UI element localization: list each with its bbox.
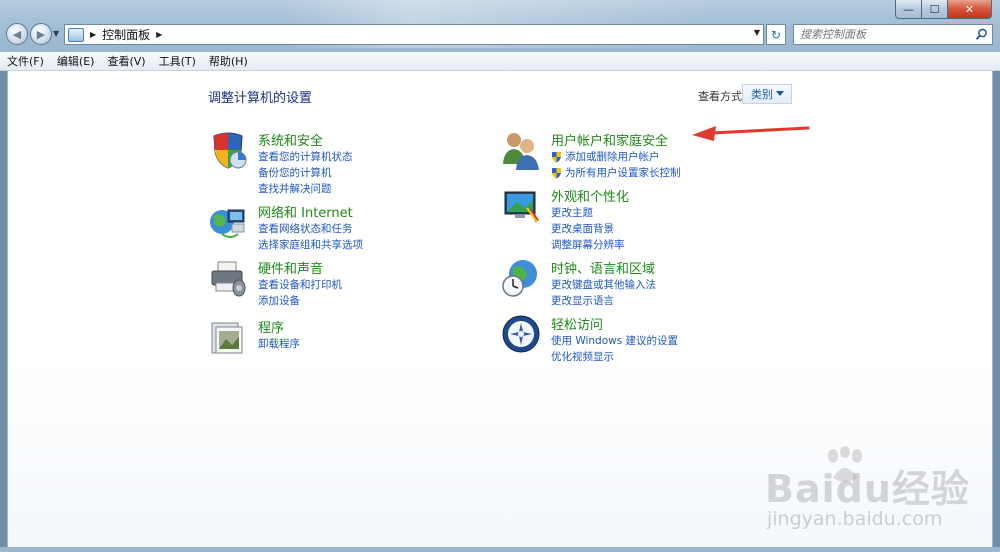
category-network-internet: 网络和 Internet 查看网络状态和任务 选择家庭组和共享选项 xyxy=(208,202,468,256)
category-title[interactable]: 时钟、语言和区域 xyxy=(551,258,655,277)
category-title[interactable]: 硬件和声音 xyxy=(258,258,323,277)
uac-shield-icon xyxy=(552,168,561,179)
network-icon xyxy=(210,209,245,238)
forward-arrow-icon: ▶ xyxy=(36,27,46,41)
task-link[interactable]: 更改主题 xyxy=(551,205,625,221)
breadcrumb-control-panel[interactable]: 控制面板 xyxy=(102,26,150,43)
task-link[interactable]: 查看网络状态和任务 xyxy=(258,221,363,237)
caption-buttons: — ☐ ✕ xyxy=(895,0,992,19)
view-by-label: 查看方式: xyxy=(698,90,746,103)
minimize-button[interactable]: — xyxy=(895,0,922,19)
task-link[interactable]: 调整屏幕分辨率 xyxy=(551,237,625,253)
task-link[interactable]: 添加或删除用户帐户 xyxy=(551,149,681,165)
category-programs: 程序 卸载程序 xyxy=(208,317,468,357)
menu-tools[interactable]: 工具(T) xyxy=(159,53,196,69)
task-link[interactable]: 查找并解决问题 xyxy=(258,181,353,197)
forward-button[interactable]: ▶ xyxy=(30,23,52,45)
task-link-label: 添加或删除用户帐户 xyxy=(565,151,660,163)
task-link[interactable]: 为所有用户设置家长控制 xyxy=(551,165,681,181)
category-appearance: 外观和个性化 更改主题 更改桌面背景 调整屏幕分辨率 xyxy=(501,186,761,256)
printer-icon xyxy=(211,261,246,297)
task-link[interactable]: 添加设备 xyxy=(258,293,342,309)
category-title[interactable]: 程序 xyxy=(258,317,284,336)
back-button[interactable]: ◀ xyxy=(6,23,28,45)
baidu-watermark: Baidu经验 jingyan.baidu.com xyxy=(765,442,990,542)
back-arrow-icon: ◀ xyxy=(12,27,22,41)
recent-pages-dropdown-icon[interactable]: ▼ xyxy=(53,29,59,38)
uac-shield-icon xyxy=(552,152,561,163)
category-title[interactable]: 网络和 Internet xyxy=(258,202,353,221)
watermark-url: jingyan.baidu.com xyxy=(767,508,943,530)
task-link[interactable]: 优化视频显示 xyxy=(551,349,678,365)
ease-of-access-icon xyxy=(502,315,540,353)
category-hardware-sound: 硬件和声音 查看设备和打印机 添加设备 xyxy=(208,258,468,312)
task-link[interactable]: 备份您的计算机 xyxy=(258,165,353,181)
breadcrumb-chevron-icon[interactable]: ▶ xyxy=(90,30,96,39)
control-panel-icon xyxy=(68,27,84,42)
appearance-icon xyxy=(504,191,539,223)
clock-globe-icon xyxy=(502,260,537,297)
close-button[interactable]: ✕ xyxy=(948,0,992,19)
category-title[interactable]: 系统和安全 xyxy=(258,130,323,149)
task-link[interactable]: 卸载程序 xyxy=(258,336,300,352)
category-clock-language-region: 时钟、语言和区域 更改键盘或其他输入法 更改显示语言 xyxy=(501,258,761,312)
red-annotation-arrow xyxy=(692,126,810,141)
window-bottom-frame xyxy=(0,547,1000,552)
view-by-value: 类别 xyxy=(751,88,773,101)
search-input[interactable] xyxy=(800,28,970,41)
address-dropdown-icon[interactable]: ▼ xyxy=(754,28,760,37)
task-link[interactable]: 更改桌面背景 xyxy=(551,221,625,237)
task-link[interactable]: 查看设备和打印机 xyxy=(258,277,342,293)
category-title[interactable]: 用户帐户和家庭安全 xyxy=(551,130,668,149)
maximize-button[interactable]: ☐ xyxy=(922,0,948,19)
category-title[interactable]: 外观和个性化 xyxy=(551,186,629,205)
menu-bar: 文件(F) 编辑(E) 查看(V) 工具(T) 帮助(H) xyxy=(0,52,1000,71)
menu-help[interactable]: 帮助(H) xyxy=(209,53,248,69)
refresh-button[interactable]: ↻ xyxy=(766,24,786,45)
breadcrumb-chevron-icon[interactable]: ▶ xyxy=(156,30,162,39)
users-icon xyxy=(503,133,539,170)
view-by-dropdown[interactable]: 类别 xyxy=(742,84,792,104)
refresh-icon: ↻ xyxy=(770,27,782,42)
menu-file[interactable]: 文件(F) xyxy=(7,53,44,69)
search-box[interactable] xyxy=(793,24,993,45)
category-ease-of-access: 轻松访问 使用 Windows 建议的设置 优化视频显示 xyxy=(501,314,761,368)
address-bar[interactable]: ▶ 控制面板 ▶ ▼ xyxy=(64,24,764,45)
page-title: 调整计算机的设置 xyxy=(208,91,313,106)
category-system-security: 系统和安全 查看您的计算机状态 备份您的计算机 查找并解决问题 xyxy=(208,130,468,200)
menu-view[interactable]: 查看(V) xyxy=(107,53,145,69)
shield-icon xyxy=(213,132,247,169)
menu-edit[interactable]: 编辑(E) xyxy=(57,53,95,69)
search-icon[interactable] xyxy=(975,28,988,41)
category-title[interactable]: 轻松访问 xyxy=(551,314,603,333)
task-link[interactable]: 使用 Windows 建议的设置 xyxy=(551,333,678,349)
programs-icon xyxy=(211,322,243,354)
task-link[interactable]: 更改键盘或其他输入法 xyxy=(551,277,656,293)
task-link-label: 为所有用户设置家长控制 xyxy=(565,167,681,179)
chevron-down-icon xyxy=(776,91,784,96)
task-link[interactable]: 更改显示语言 xyxy=(551,293,656,309)
task-link[interactable]: 查看您的计算机状态 xyxy=(258,149,353,165)
task-link[interactable]: 选择家庭组和共享选项 xyxy=(258,237,363,253)
watermark-brand: Baidu经验 xyxy=(765,467,970,511)
